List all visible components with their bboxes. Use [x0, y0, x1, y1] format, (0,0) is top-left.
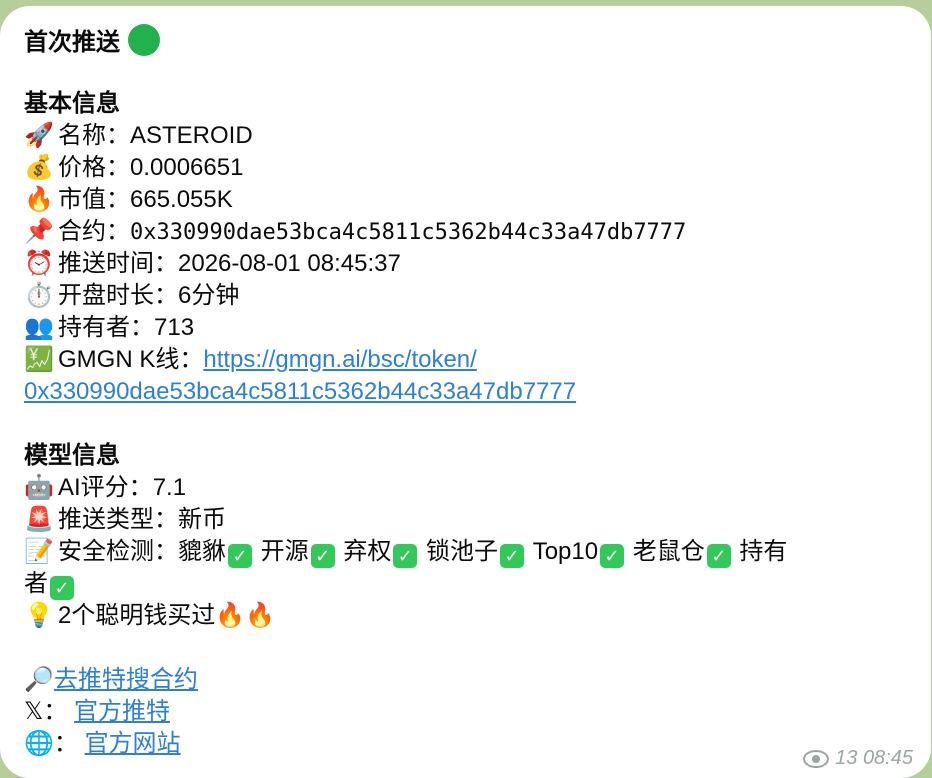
security-row-continued: 者 ✓	[24, 568, 924, 600]
site-label: ：	[53, 730, 78, 757]
price-label: 价格：	[58, 154, 130, 181]
check-mark-icon: ✓	[50, 576, 74, 600]
ai-score-row: 🤖 AI评分：7.1	[24, 472, 924, 504]
check-mark-icon: ✓	[393, 544, 418, 568]
ai-score-value: 7.1	[152, 474, 187, 501]
stopwatch-icon: ⏱️	[24, 282, 54, 309]
contract-row: 📌 合约：0x330990dae53bca4c5811c5362b44c33a47…	[24, 216, 924, 248]
open-duration-value: 6分钟	[178, 282, 240, 309]
contract-label: 合约：	[58, 218, 130, 245]
fire-icon: 🔥	[24, 186, 54, 213]
check-item-top10: Top10	[532, 538, 599, 565]
security-row: 📝 安全检测：貔貅 ✓ 开源 ✓ 弃权 ✓ 锁池子 ✓ Top10 ✓ 老鼠仓 ✓ 持有	[24, 536, 924, 568]
check-mark-icon: ✓	[228, 544, 252, 568]
push-type-label: 推送类型：	[58, 506, 178, 533]
chart-yen-icon: 💹	[24, 346, 54, 373]
smart-money-row: 💡 2个聪明钱买过🔥🔥	[24, 600, 924, 632]
name-label: 名称：	[58, 122, 130, 149]
message-meta: 13 08:45	[803, 747, 913, 770]
basic-info-heading: 基本信息	[24, 90, 120, 117]
official-site-row: 🌐： 官方网站	[24, 728, 924, 760]
price-row: 💰 价格：0.0006651	[24, 152, 924, 184]
push-time-row: ⏰ 推送时间：2026-08-01 08:45:37	[24, 248, 924, 280]
open-duration-row: ⏱️ 开盘时长：6分钟	[24, 280, 924, 312]
push-time-value: 2026-08-01 08:45:37	[178, 250, 401, 277]
name-value: ASTEROID	[130, 122, 253, 149]
official-twitter-row: 𝕏： 官方推特	[24, 696, 924, 728]
price-value: 0.0006651	[130, 154, 244, 181]
push-time-label: 推送时间：	[58, 250, 178, 277]
holders-value: 713	[154, 314, 195, 341]
push-type-row: 🚨 推送类型：新币	[24, 504, 924, 536]
people-icon: 👥	[24, 314, 54, 341]
green-circle-icon	[128, 24, 160, 56]
smart-money-text: 2个聪明钱买过	[58, 602, 216, 629]
market-cap-row: 🔥 市值：665.055K	[24, 184, 924, 216]
market-cap-label: 市值：	[58, 186, 130, 213]
eye-icon	[803, 749, 830, 768]
twitter-search-row: 🔎去推特搜合约	[24, 664, 924, 696]
light-bulb-icon: 💡	[24, 602, 54, 629]
name-row: 🚀 名称：ASTEROID	[24, 120, 924, 152]
pushpin-icon: 📌	[24, 218, 54, 245]
money-bag-icon: 💰	[24, 154, 54, 181]
holders-row: 👥 持有者：713	[24, 312, 924, 344]
contract-address[interactable]: 0x330990dae53bca4c5811c5362b44c33a47db77…	[130, 220, 686, 245]
fire-icon: 🔥🔥	[215, 602, 276, 629]
check-mark-icon: ✓	[500, 544, 525, 568]
twitter-search-link[interactable]: 去推特搜合约	[54, 666, 198, 693]
security-label: 安全检测：	[58, 538, 178, 565]
ai-score-label: AI评分：	[58, 474, 153, 501]
x-label: 𝕏：	[24, 698, 68, 725]
gmgn-link-continued[interactable]: 0x330990dae53bca4c5811c5362b44c33a47db77…	[24, 378, 576, 405]
check-item-pixiu: 貔貅	[178, 538, 226, 565]
memo-icon: 📝	[24, 538, 54, 565]
check-item-rat-trading: 老鼠仓	[632, 538, 705, 565]
check-item-locked-pool: 锁池子	[426, 538, 499, 565]
gmgn-row: 💹 GMGN K线：https://gmgn.ai/bsc/token/	[24, 344, 924, 376]
alarm-clock-icon: ⏰	[24, 250, 54, 277]
robot-icon: 🤖	[24, 474, 54, 501]
magnifier-icon: 🔎	[24, 666, 54, 693]
check-item-holders-part1: 持有	[739, 538, 788, 565]
check-mark-icon: ✓	[600, 544, 625, 568]
holders-label: 持有者：	[58, 314, 154, 341]
model-info-heading: 模型信息	[24, 442, 120, 469]
open-duration-label: 开盘时长：	[58, 282, 178, 309]
gmgn-label: GMGN K线：	[58, 346, 204, 373]
check-item-renounced: 弃权	[343, 538, 392, 565]
check-item-open-source: 开源	[260, 538, 309, 565]
check-mark-icon: ✓	[310, 544, 335, 568]
push-type-value: 新币	[178, 506, 226, 533]
message-title: 首次推送	[24, 29, 120, 56]
gmgn-link[interactable]: https://gmgn.ai/bsc/token/	[203, 346, 476, 373]
title-line: 首次推送	[24, 24, 924, 56]
globe-icon: 🌐	[24, 730, 54, 757]
message-content: 首次推送 基本信息 🚀 名称：ASTEROID 💰 价格：0.0006651 🔥 市值…	[24, 24, 924, 760]
siren-icon: 🚨	[24, 506, 54, 533]
official-site-link[interactable]: 官方网站	[85, 730, 181, 757]
check-item-holders-part2: 者	[24, 570, 48, 597]
message-bubble: 首次推送 基本信息 🚀 名称：ASTEROID 💰 价格：0.0006651 🔥 市值…	[0, 6, 931, 778]
rocket-icon: 🚀	[24, 122, 54, 149]
gmgn-row-continued: 0x330990dae53bca4c5811c5362b44c33a47db77…	[24, 376, 924, 408]
market-cap-value: 665.055K	[130, 186, 233, 213]
check-mark-icon: ✓	[706, 544, 731, 568]
official-twitter-link[interactable]: 官方推特	[74, 698, 170, 725]
